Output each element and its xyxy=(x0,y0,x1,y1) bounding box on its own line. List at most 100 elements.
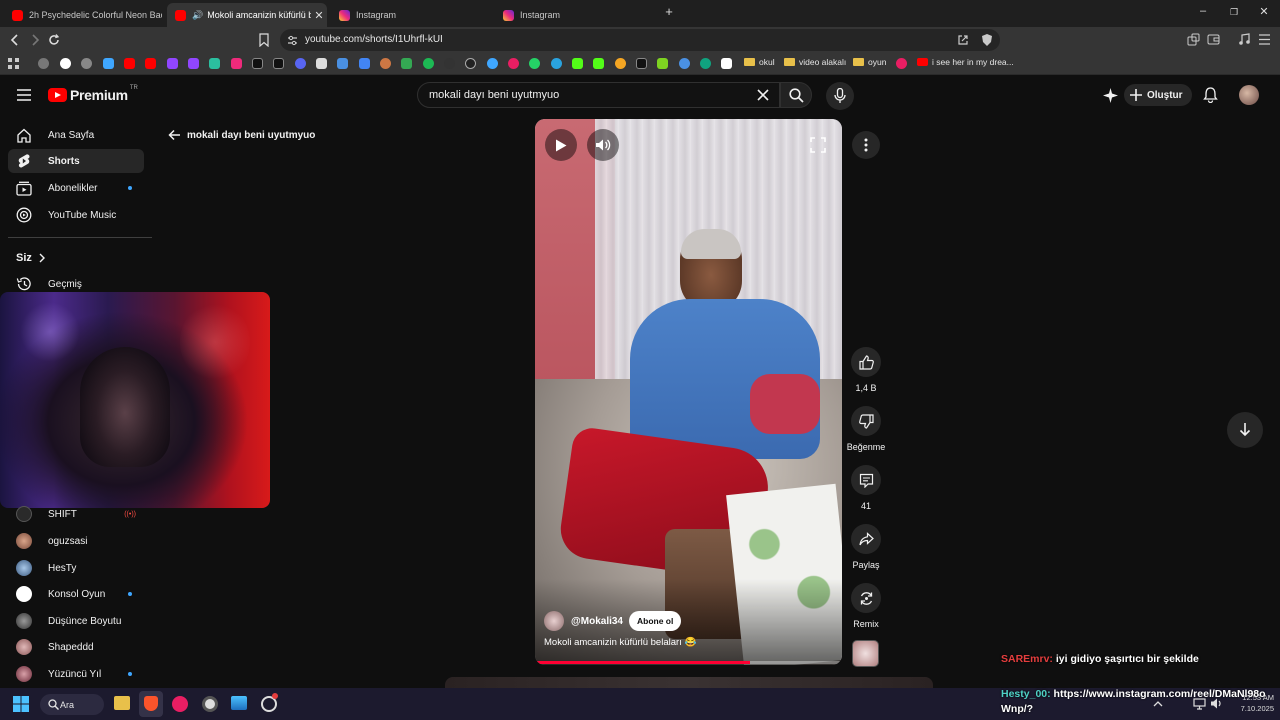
photos-icon[interactable] xyxy=(231,696,247,710)
play-button[interactable] xyxy=(545,129,577,161)
brave-shield-icon[interactable] xyxy=(981,33,993,47)
url-field[interactable]: youtube.com/shorts/I1Uhrfl-kUI xyxy=(280,29,1000,51)
sidebar-subscription[interactable]: oguzsasi xyxy=(8,529,144,553)
github-icon[interactable] xyxy=(465,58,476,69)
kick-icon[interactable] xyxy=(572,58,583,69)
bookmark-folder[interactable]: video alakalı xyxy=(784,57,846,67)
search-input[interactable]: mokali dayı beni uyutmyuo xyxy=(417,82,780,108)
obs-icon[interactable] xyxy=(202,696,218,712)
discord-icon[interactable] xyxy=(295,58,306,69)
notifications-bell-icon[interactable] xyxy=(1203,87,1218,103)
clear-search-icon[interactable] xyxy=(757,89,769,101)
create-button[interactable]: Oluştur xyxy=(1124,84,1192,106)
like-action[interactable]: 1,4 B xyxy=(846,347,886,393)
account-avatar[interactable] xyxy=(1239,85,1259,105)
voice-search-button[interactable] xyxy=(826,82,854,110)
menu-icon[interactable] xyxy=(1258,34,1271,45)
youtube-icon[interactable] xyxy=(124,58,135,69)
apps-grid-icon[interactable] xyxy=(8,58,19,69)
google-icon[interactable] xyxy=(60,58,71,69)
shorts-video-player[interactable]: @Mokali34 Abone ol Mokoli amcanizin küfü… xyxy=(535,119,842,665)
chevron-up-icon[interactable] xyxy=(1153,700,1163,707)
remix-action[interactable]: Remix xyxy=(846,583,886,629)
sidebar-item-shorts[interactable]: Shorts xyxy=(8,149,144,173)
subscribe-button[interactable]: Abone ol xyxy=(629,611,682,631)
sidebar-subscription[interactable]: Düşünce Boyutu xyxy=(8,609,144,633)
bookmark-icon[interactable] xyxy=(337,58,348,69)
windows-start-icon[interactable] xyxy=(13,696,29,712)
bookmark-folder[interactable]: oyun xyxy=(853,57,886,67)
bookmark-icon[interactable] xyxy=(209,58,220,69)
bookmark-icon[interactable] xyxy=(636,58,647,69)
sidebar-you-header[interactable]: Siz xyxy=(16,252,46,264)
sidebar-subscription[interactable]: Shapeddd xyxy=(8,635,144,659)
kick-icon[interactable] xyxy=(593,58,604,69)
twitch-icon[interactable] xyxy=(188,58,199,69)
comments-button[interactable] xyxy=(851,465,881,495)
taskbar-search[interactable]: Ara xyxy=(40,694,104,715)
bookmark-folder[interactable]: okul xyxy=(744,57,775,67)
progress-track[interactable] xyxy=(535,661,842,664)
channel-avatar[interactable] xyxy=(544,611,564,631)
dislike-action[interactable]: Beğenme xyxy=(843,406,889,452)
sidebar-subscription[interactable]: Yüzüncü Yıl xyxy=(8,662,144,686)
sidebar-subscription[interactable]: Konsol Oyun xyxy=(8,582,144,606)
x-icon[interactable] xyxy=(252,58,263,69)
browser-tab-active[interactable]: 🔊 Mokoli amcanizin küfürlü belal ✕ xyxy=(167,3,327,27)
bookmark-icon[interactable] xyxy=(721,58,732,69)
sidebar-item-subscriptions[interactable]: Abonelikler xyxy=(8,176,144,200)
sound-thumbnail[interactable] xyxy=(852,640,879,667)
bookmark-icon[interactable] xyxy=(258,33,270,47)
more-options-button[interactable] xyxy=(852,131,880,159)
bookmark-icon[interactable] xyxy=(615,58,626,69)
youtube-icon[interactable] xyxy=(145,58,156,69)
bookmark-icon[interactable] xyxy=(316,58,327,69)
bookmark-icon[interactable] xyxy=(679,58,690,69)
forward-icon[interactable] xyxy=(28,33,42,47)
search-button[interactable] xyxy=(780,82,812,108)
minimize-icon[interactable]: – xyxy=(1195,5,1211,17)
taskbar-app-active[interactable] xyxy=(139,691,163,717)
sidebar-item-home[interactable]: Ana Sayfa xyxy=(8,123,144,147)
close-tab-icon[interactable]: ✕ xyxy=(311,9,327,22)
youtube-premium-logo[interactable]: Premium TR xyxy=(48,85,138,103)
instagram-icon[interactable] xyxy=(231,58,242,69)
chatgpt-icon[interactable] xyxy=(700,58,711,69)
next-short-button[interactable] xyxy=(1227,412,1263,448)
remix-button[interactable] xyxy=(851,583,881,613)
reload-icon[interactable] xyxy=(47,33,61,47)
back-icon[interactable] xyxy=(8,33,22,47)
dislike-button[interactable] xyxy=(851,406,881,436)
channel-handle[interactable]: @Mokali34 xyxy=(571,616,623,627)
sidebar-subscription[interactable]: SHIFT ((•)) xyxy=(8,502,144,526)
bookmark-icon[interactable] xyxy=(487,58,498,69)
bookmark-icon[interactable] xyxy=(896,58,907,69)
spotify-icon[interactable] xyxy=(423,58,434,69)
google-drive-icon[interactable] xyxy=(401,58,412,69)
comments-action[interactable]: 41 xyxy=(846,465,886,511)
back-to-search[interactable]: mokali dayı beni uyutmyuo xyxy=(168,129,315,141)
wallet-icon[interactable] xyxy=(1207,33,1220,46)
new-tab-button[interactable]: + xyxy=(661,4,677,19)
sidebar-item-youtube-music[interactable]: YouTube Music xyxy=(8,203,144,227)
whatsapp-icon[interactable] xyxy=(529,58,540,69)
sidebar-subscription[interactable]: HesTy xyxy=(8,556,144,580)
gmail-icon[interactable] xyxy=(380,58,391,69)
browser-tab[interactable]: 2h Psychedelic Colorful Neon Backgro xyxy=(4,3,162,27)
share-button[interactable] xyxy=(851,524,881,554)
share-action[interactable]: Paylaş xyxy=(846,524,886,570)
bookmark-icon[interactable] xyxy=(81,58,92,69)
browser-tab[interactable]: Instagram xyxy=(495,3,655,27)
bookmark-icon[interactable] xyxy=(103,58,114,69)
extensions-icon[interactable] xyxy=(1187,33,1200,46)
hamburger-menu-icon[interactable] xyxy=(17,89,31,101)
ai-sparkle-icon[interactable] xyxy=(1103,88,1118,103)
telegram-icon[interactable] xyxy=(551,58,562,69)
bookmark-history-icon[interactable] xyxy=(38,58,49,69)
twitch-icon[interactable] xyxy=(167,58,178,69)
bookmark-icon[interactable] xyxy=(444,58,455,69)
browser-tab[interactable]: Instagram xyxy=(331,3,491,27)
media-control-icon[interactable] xyxy=(1238,33,1251,46)
site-settings-icon[interactable] xyxy=(287,35,298,46)
volume-button[interactable] xyxy=(587,129,619,161)
